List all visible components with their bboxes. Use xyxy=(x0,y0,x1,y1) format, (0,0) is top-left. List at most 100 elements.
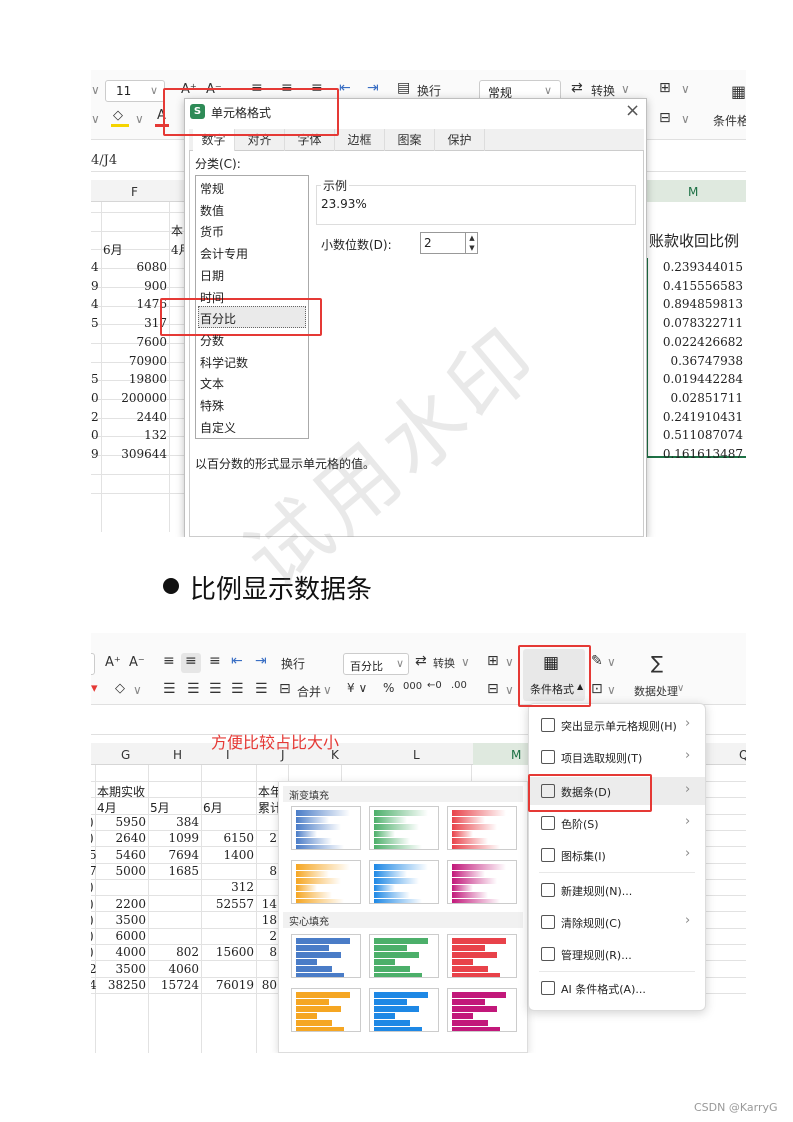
column-header-m[interactable]: M xyxy=(688,185,698,199)
thousands-icon[interactable]: 000 xyxy=(403,681,422,692)
menu-item[interactable]: 色阶(S) › xyxy=(529,809,705,837)
percent-icon[interactable]: % xyxy=(383,681,394,695)
f-cell-value[interactable]: 309644 xyxy=(105,447,167,461)
column-header-q[interactable]: Q xyxy=(739,748,746,762)
fill-color-icon[interactable]: ◇ xyxy=(113,108,123,123)
solid-data-bar-item[interactable] xyxy=(447,988,517,1032)
row-col-icon[interactable]: ⊞ xyxy=(659,80,671,96)
gradient-data-bar-item[interactable] xyxy=(369,860,439,904)
menu-item[interactable]: 图标集(I) › xyxy=(529,841,705,869)
i-cell-value[interactable]: 15600 xyxy=(202,945,254,959)
format-select[interactable]: 百分比 ∨ xyxy=(343,653,409,675)
f-cell-value[interactable]: 1476 xyxy=(105,297,167,311)
data-bar-gallery[interactable]: 渐变填充 实心填充 xyxy=(278,781,528,1053)
align-top-icon[interactable]: ≡ xyxy=(163,653,175,669)
category-item[interactable]: 常规 xyxy=(200,180,224,197)
category-item[interactable]: 日期 xyxy=(200,267,224,284)
h-cell-value[interactable]: 1685 xyxy=(149,864,199,878)
g-cell-value[interactable]: 38250 xyxy=(97,978,146,992)
arrow-down-icon[interactable]: ∨ xyxy=(91,112,100,126)
g-cell-value[interactable]: 2200 xyxy=(97,897,146,911)
merge-label[interactable]: 合并 xyxy=(297,683,321,700)
chevron-down-icon[interactable]: ∨ xyxy=(621,82,630,96)
i-cell-value[interactable]: 76019 xyxy=(202,978,254,992)
cond-format-menu[interactable]: 突出显示单元格规则(H) › 项目选取规则(T) › 数据条(D) › 色阶(S) › 图标集(… xyxy=(528,703,706,1011)
table-icon[interactable]: ⊟ xyxy=(487,681,499,697)
menu-item[interactable]: 管理规则(R)... xyxy=(529,940,705,968)
i-cell-value[interactable]: 6150 xyxy=(202,831,254,845)
category-item[interactable]: 自定义 xyxy=(200,419,236,436)
brush-icon[interactable]: ✎ xyxy=(591,653,603,669)
h-cell-value[interactable]: 7694 xyxy=(149,848,199,862)
chevron-down-icon[interactable]: ∨ xyxy=(607,683,616,697)
distribute-icon[interactable]: ☰ xyxy=(255,681,268,697)
chevron-down-icon[interactable]: ∨ xyxy=(323,683,332,697)
justify-icon[interactable]: ☰ xyxy=(231,681,244,697)
gradient-data-bar-item[interactable] xyxy=(291,860,361,904)
close-icon[interactable]: × xyxy=(625,100,640,121)
m-cell-value[interactable]: 0.894859813 xyxy=(647,297,743,311)
gradient-data-bar-item[interactable] xyxy=(447,860,517,904)
table-icon[interactable]: ⊟ xyxy=(659,110,671,126)
font-shrink-icon[interactable]: A⁻ xyxy=(129,655,145,670)
currency-icon[interactable]: ¥ ∨ xyxy=(347,681,367,695)
row-col-icon[interactable]: ⊞ xyxy=(487,653,499,669)
m-cell-value[interactable]: 0.241910431 xyxy=(647,410,743,424)
h-cell-value[interactable]: 384 xyxy=(149,815,199,829)
cell-reference[interactable]: 4/J4 xyxy=(91,153,117,168)
tab-pattern[interactable]: 图案 xyxy=(385,129,435,151)
menu-item[interactable]: AI 条件格式(A)... xyxy=(529,974,705,1002)
solid-data-bar-item[interactable] xyxy=(369,934,439,978)
convert-label[interactable]: 转换 xyxy=(591,82,615,99)
indent-increase-icon[interactable]: ⇥ xyxy=(367,80,379,96)
tab-border[interactable]: 边框 xyxy=(335,129,385,151)
category-item[interactable]: 会计专用 xyxy=(200,245,248,262)
m-cell-value[interactable]: 0.02851711 xyxy=(647,391,743,405)
chevron-down-icon[interactable]: ∨ xyxy=(607,655,616,669)
chevron-down-icon[interactable]: ∨ xyxy=(135,112,144,126)
menu-item[interactable]: 新建规则(N)... xyxy=(529,876,705,904)
indent-decrease-icon[interactable]: ⇤ xyxy=(231,653,243,669)
data-process-label[interactable]: 数据处理 xyxy=(634,683,678,699)
f-cell-value[interactable]: 317 xyxy=(105,316,167,330)
gradient-data-bar-item[interactable] xyxy=(369,806,439,850)
i-cell-value[interactable]: 312 xyxy=(202,880,254,894)
convert-label[interactable]: 转换 xyxy=(433,655,455,671)
column-header-f[interactable]: F xyxy=(131,185,138,199)
g-cell-value[interactable]: 2640 xyxy=(97,831,146,845)
g-cell-value[interactable]: 4000 xyxy=(97,945,146,959)
chevron-down-icon[interactable]: ∨ xyxy=(505,683,514,697)
category-item[interactable]: 百分比 xyxy=(200,310,236,327)
convert-icon[interactable]: ⇄ xyxy=(415,653,427,669)
font-size-box[interactable]: 11 ∨ xyxy=(105,80,165,102)
m-cell-value[interactable]: 0.022426682 xyxy=(647,335,743,349)
chevron-down-icon[interactable]: ∨ xyxy=(91,83,100,97)
m-cell-value[interactable]: 0.36747938 xyxy=(647,354,743,368)
solid-data-bar-item[interactable] xyxy=(369,988,439,1032)
decimal-decrease-icon[interactable]: .00 xyxy=(451,680,467,691)
sum-icon[interactable]: ∑ xyxy=(651,653,663,674)
f-cell-value[interactable]: 900 xyxy=(105,279,167,293)
solid-data-bar-item[interactable] xyxy=(291,988,361,1032)
align-middle-icon[interactable]: ≡ xyxy=(185,653,197,669)
f-cell-value[interactable]: 132 xyxy=(105,428,167,442)
g-cell-value[interactable]: 5000 xyxy=(97,864,146,878)
cond-format-partial-label[interactable]: 条件格 xyxy=(713,112,746,129)
h-cell-value[interactable]: 802 xyxy=(149,945,199,959)
align-center-icon[interactable]: ☰ xyxy=(187,681,200,697)
chevron-down-icon[interactable]: ∨ xyxy=(461,655,470,669)
f-cell-value[interactable]: 7600 xyxy=(105,335,167,349)
font-color-icon[interactable]: ▾ xyxy=(91,681,98,696)
category-item[interactable]: 特殊 xyxy=(200,397,224,414)
g-cell-value[interactable]: 5460 xyxy=(97,848,146,862)
m-cell-value[interactable]: 0.078322711 xyxy=(647,316,743,330)
gradient-data-bar-item[interactable] xyxy=(447,806,517,850)
wrap-label[interactable]: 换行 xyxy=(281,655,305,672)
j-cell-value[interactable]: 2 xyxy=(257,831,277,845)
m-cell-value[interactable]: 0.415556583 xyxy=(647,279,743,293)
j-cell-value[interactable]: 8 xyxy=(257,864,277,878)
indent-increase-icon[interactable]: ⇥ xyxy=(255,653,267,669)
wrap-label[interactable]: 换行 xyxy=(417,82,441,99)
column-header-m[interactable]: M xyxy=(511,748,521,762)
decimal-increase-icon[interactable]: ←0 xyxy=(427,680,442,691)
